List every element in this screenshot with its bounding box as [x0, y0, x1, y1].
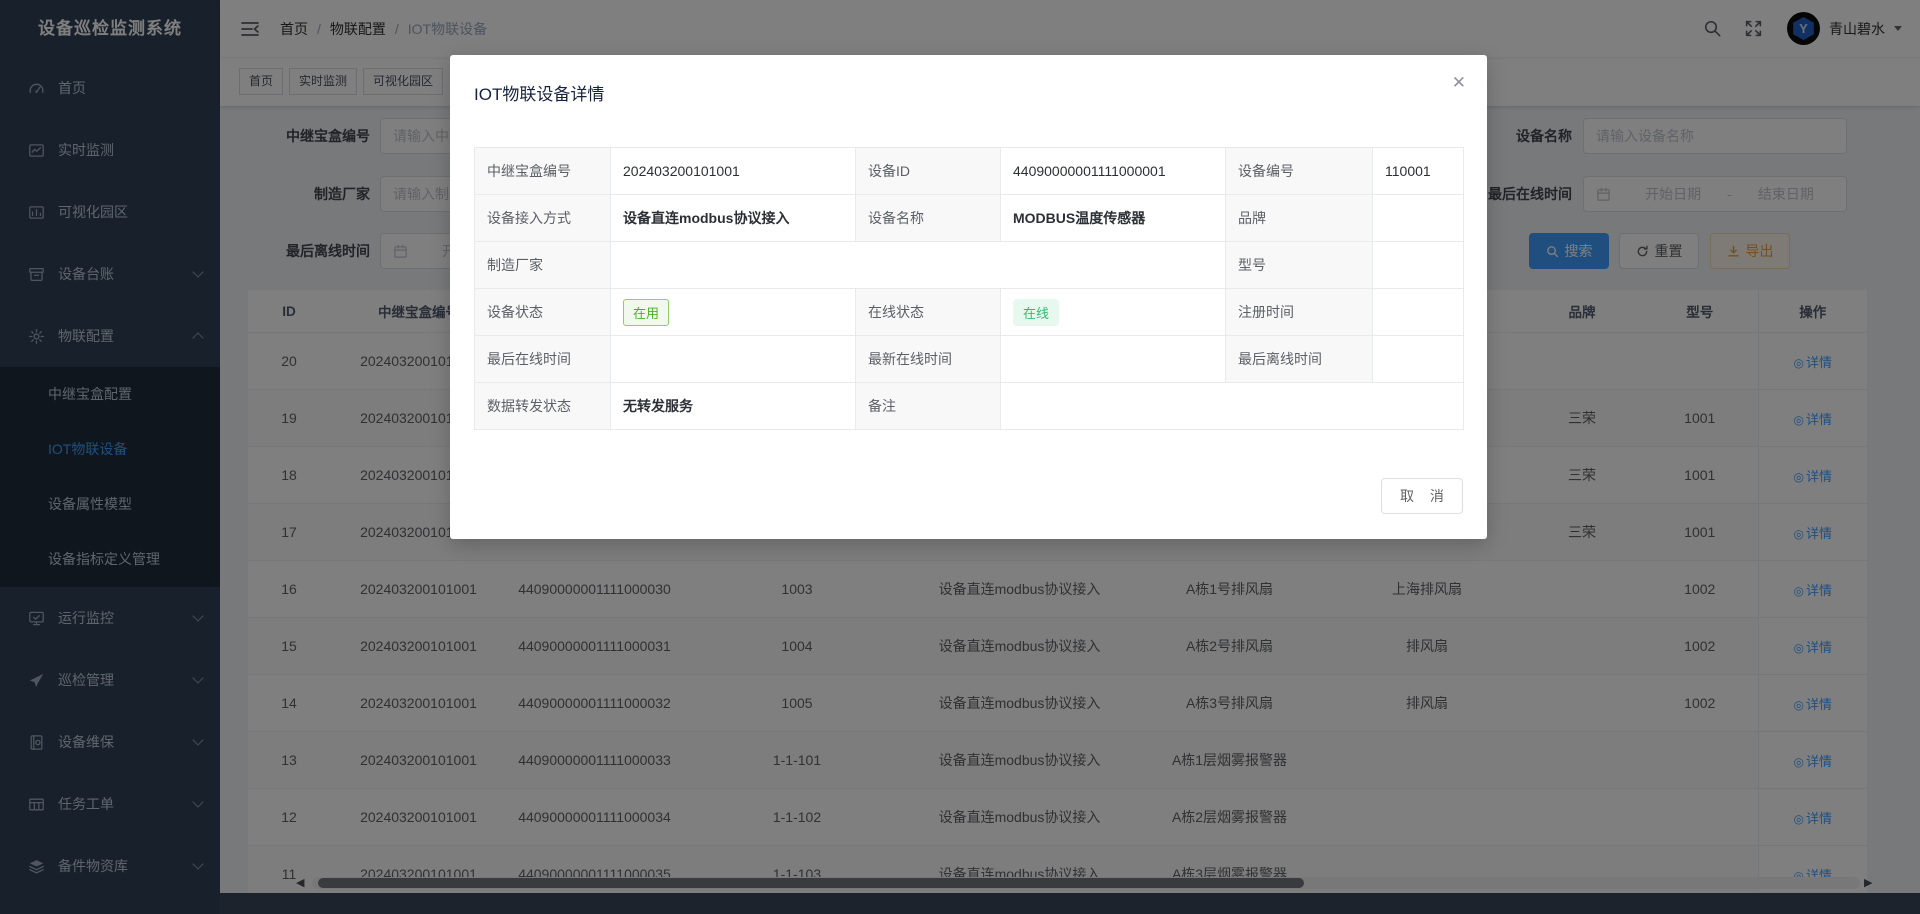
detail-value: [611, 336, 856, 383]
detail-label: 设备ID: [856, 148, 1001, 195]
detail-value: 在线: [1001, 289, 1226, 336]
detail-row: 制造厂家 型号: [475, 242, 1464, 289]
detail-value: [611, 242, 1226, 289]
detail-label: 在线状态: [856, 289, 1001, 336]
detail-label: 设备接入方式: [475, 195, 611, 242]
cancel-button[interactable]: 取 消: [1381, 478, 1463, 514]
detail-value: 44090000001111000001: [1001, 148, 1226, 195]
status-tag-online: 在线: [1013, 299, 1059, 326]
detail-label: 注册时间: [1226, 289, 1373, 336]
detail-row: 最后在线时间 最新在线时间 最后离线时间: [475, 336, 1464, 383]
detail-value: 无转发服务: [611, 383, 856, 430]
detail-label: 中继宝盒编号: [475, 148, 611, 195]
detail-value: [1373, 336, 1464, 383]
modal-title: IOT物联设备详情: [474, 80, 604, 105]
detail-label: 型号: [1226, 242, 1373, 289]
detail-label: 品牌: [1226, 195, 1373, 242]
app-root: 设备巡检监测系统 首页实时监测可视化园区设备台账物联配置中继宝盒配置IOT物联设…: [0, 0, 1920, 914]
status-tag-in-use: 在用: [623, 299, 669, 326]
detail-label: 最后离线时间: [1226, 336, 1373, 383]
detail-label: 设备编号: [1226, 148, 1373, 195]
iot-device-detail-modal: IOT物联设备详情 ✕ 中继宝盒编号202403200101001设备ID440…: [450, 55, 1487, 539]
detail-label: 设备名称: [856, 195, 1001, 242]
detail-label: 制造厂家: [475, 242, 611, 289]
detail-value: 202403200101001: [611, 148, 856, 195]
detail-value: MODBUS温度传感器: [1001, 195, 1226, 242]
close-icon[interactable]: ✕: [1452, 73, 1466, 93]
detail-value: [1373, 289, 1464, 336]
detail-value: 设备直连modbus协议接入: [611, 195, 856, 242]
detail-row: 设备接入方式设备直连modbus协议接入设备名称MODBUS温度传感器品牌: [475, 195, 1464, 242]
detail-label: 最新在线时间: [856, 336, 1001, 383]
detail-row: 数据转发状态无转发服务备注: [475, 383, 1464, 430]
detail-value: [1001, 383, 1464, 430]
device-detail-table: 中继宝盒编号202403200101001设备ID440900000011110…: [474, 147, 1464, 430]
detail-label: 数据转发状态: [475, 383, 611, 430]
detail-label: 备注: [856, 383, 1001, 430]
detail-value: [1001, 336, 1226, 383]
detail-value: 在用: [611, 289, 856, 336]
detail-value: [1373, 242, 1464, 289]
detail-value: [1373, 195, 1464, 242]
detail-row: 设备状态在用 在线状态在线 注册时间: [475, 289, 1464, 336]
detail-row: 中继宝盒编号202403200101001设备ID440900000011110…: [475, 148, 1464, 195]
detail-label: 最后在线时间: [475, 336, 611, 383]
detail-label: 设备状态: [475, 289, 611, 336]
detail-value: 110001: [1373, 148, 1464, 195]
